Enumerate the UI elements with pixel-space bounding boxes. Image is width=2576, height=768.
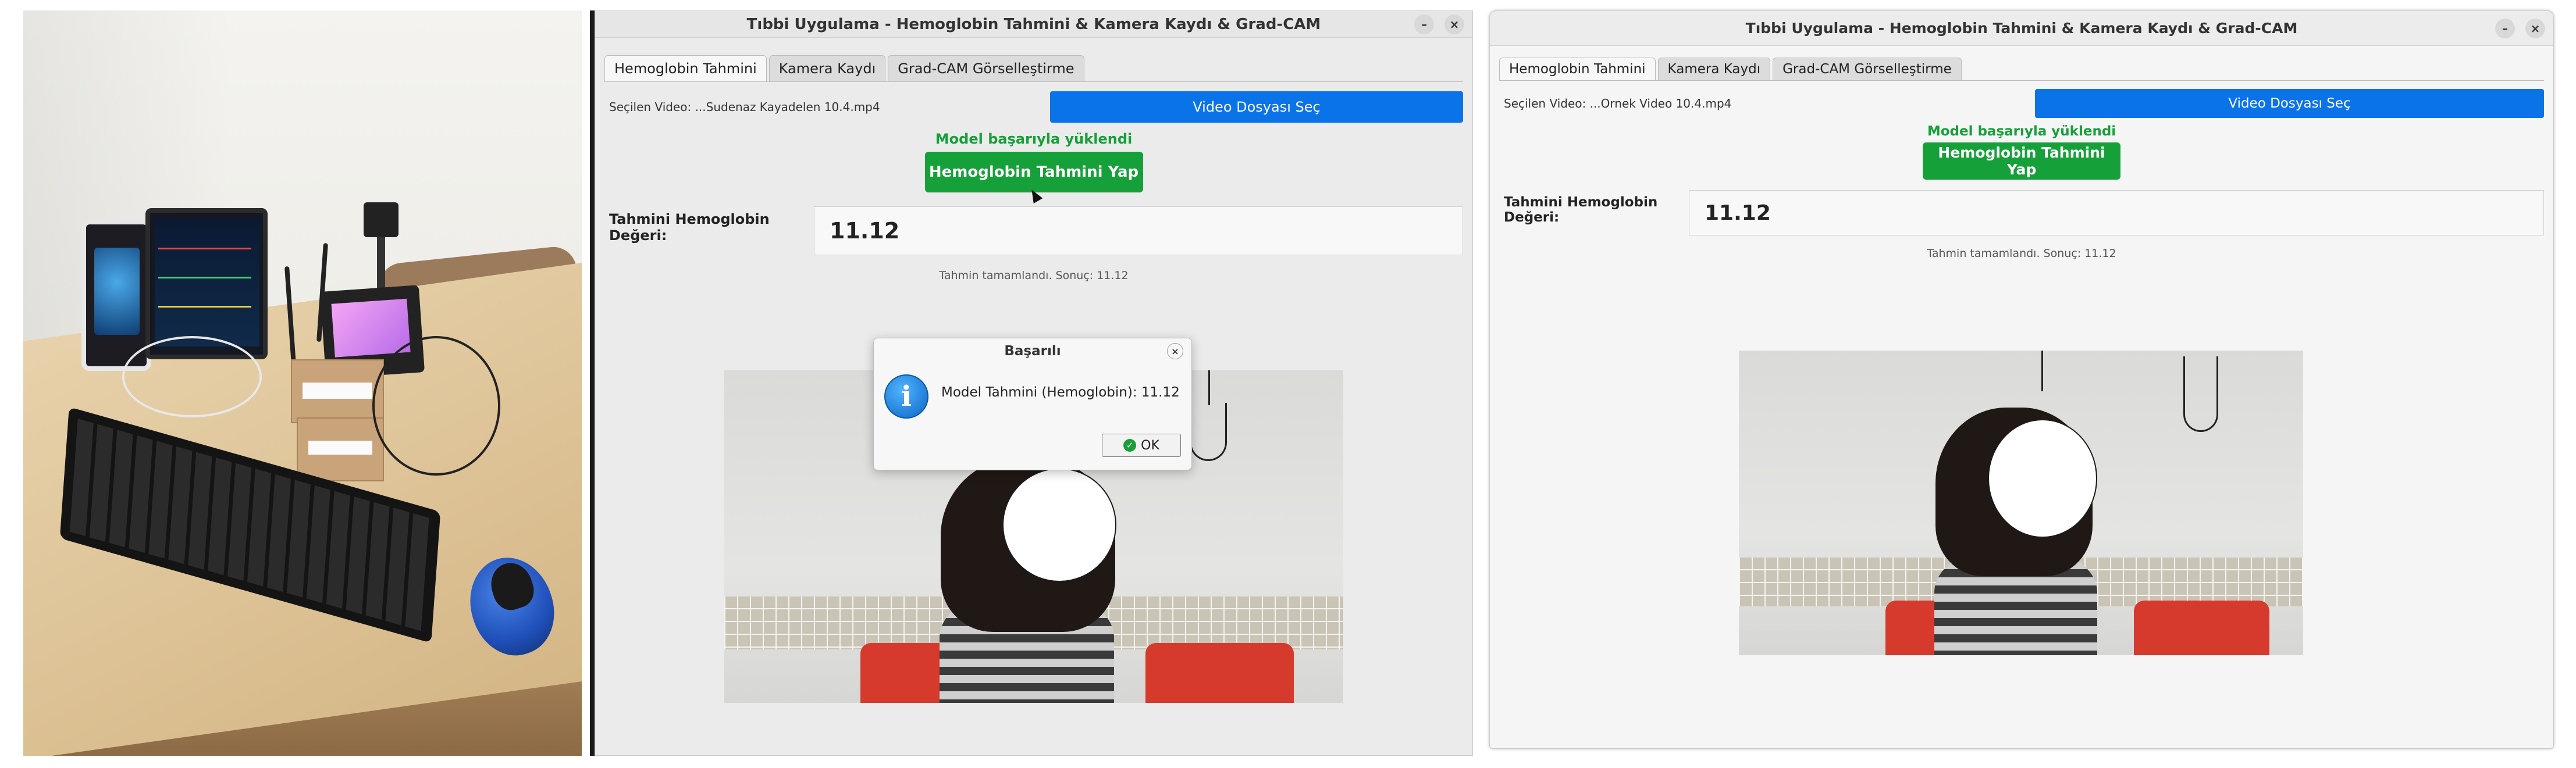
tab-kamera-kaydi[interactable]: Kamera Kaydı [768,55,886,81]
select-video-button[interactable]: Video Dosyası Seç [1050,91,1463,123]
predict-hemoglobin-button[interactable]: Hemoglobin Tahmini Yap [1923,142,2120,180]
tab-bar: Hemoglobin Tahmini Kamera Kaydı Grad-CAM… [604,38,1463,82]
setup-photo [23,10,582,756]
hemoglobin-label: Tahmini Hemoglobin Değeri: [609,211,770,244]
video-preview [1739,351,2303,655]
info-icon: i [884,374,928,419]
hemoglobin-result-row: Tahmini Hemoglobin Değeri: 11.12 [604,206,1463,255]
hemoglobin-label: Tahmini Hemoglobin Değeri: [1504,195,1658,225]
camera [364,202,399,237]
tab-kamera-kaydi[interactable]: Kamera Kaydı [1657,58,1771,80]
hemoglobin-value-field: 11.12 [814,206,1463,255]
window-title: Tıbbi Uygulama - Hemoglobin Tahmini & Ka… [746,15,1321,33]
video-select-row: Seçilen Video: ...Sudenaz Kayadelen 10.4… [604,91,1463,123]
close-icon[interactable]: × [1167,343,1183,359]
box-label [308,441,372,455]
select-video-button[interactable]: Video Dosyası Seç [2035,89,2544,118]
model-loaded-status: Model başarıyla yüklendi [1927,124,2116,139]
ok-button[interactable]: ✓ OK [1102,434,1181,457]
close-icon[interactable]: × [2525,18,2545,38]
close-icon[interactable]: × [1444,14,1464,34]
minimize-icon[interactable]: – [2495,18,2515,38]
face-mask [1002,468,1116,582]
hemoglobin-result-row: Tahmini Hemoglobin Değeri: 11.12 [1499,190,2544,235]
video-select-row: Seçilen Video: ...Ornek Video 10.4.mp4 V… [1499,89,2544,118]
success-dialog: Başarılı × i Model Tahmini (Hemoglobin):… [873,338,1192,470]
selected-video-label: Seçilen Video: ...Ornek Video 10.4.mp4 [1504,97,1732,110]
app-window: Tıbbi Uygulama - Hemoglobin Tahmini & Ka… [1489,10,2554,749]
window-title: Tıbbi Uygulama - Hemoglobin Tahmini & Ka… [1745,20,2298,37]
main-content: Hemoglobin Tahmini Kamera Kaydı Grad-CAM… [595,38,1472,282]
title-bar: Tıbbi Uygulama - Hemoglobin Tahmini & Ka… [595,11,1472,38]
main-content: Hemoglobin Tahmini Kamera Kaydı Grad-CAM… [1490,46,2553,260]
ok-label: OK [1141,438,1159,453]
face-mask [1988,419,2097,538]
predict-hemoglobin-button[interactable]: Hemoglobin Tahmini Yap [924,152,1143,192]
dialog-title: Başarılı [1004,344,1061,359]
cable [122,336,262,417]
tab-grad-cam[interactable]: Grad-CAM Görselleştirme [888,55,1084,81]
prediction-status: Tahmin tamamlandı. Sonuç: 11.12 [939,269,1129,282]
divider [590,10,595,756]
tab-bar: Hemoglobin Tahmini Kamera Kaydı Grad-CAM… [1499,46,2544,81]
minimize-icon[interactable]: – [1414,14,1434,34]
cable [372,336,500,476]
title-bar: Tıbbi Uygulama - Hemoglobin Tahmini & Ka… [1490,11,2553,46]
box-label [303,383,372,399]
hemoglobin-value-field: 11.12 [1689,190,2544,235]
tab-hemoglobin-tahmini[interactable]: Hemoglobin Tahmini [604,55,767,81]
selected-video-label: Seçilen Video: ...Sudenaz Kayadelen 10.4… [609,100,880,114]
check-icon: ✓ [1123,439,1137,452]
app-window-with-dialog: Tıbbi Uygulama - Hemoglobin Tahmini & Ka… [595,10,1473,756]
tab-grad-cam[interactable]: Grad-CAM Görselleştirme [1773,58,1962,80]
dialog-message: Model Tahmini (Hemoglobin): 11.12 [941,385,1180,400]
model-loaded-status: Model başarıyla yüklendi [935,131,1133,147]
prediction-status: Tahmin tamamlandı. Sonuç: 11.12 [1927,247,2116,260]
tab-hemoglobin-tahmini[interactable]: Hemoglobin Tahmini [1499,58,1656,80]
